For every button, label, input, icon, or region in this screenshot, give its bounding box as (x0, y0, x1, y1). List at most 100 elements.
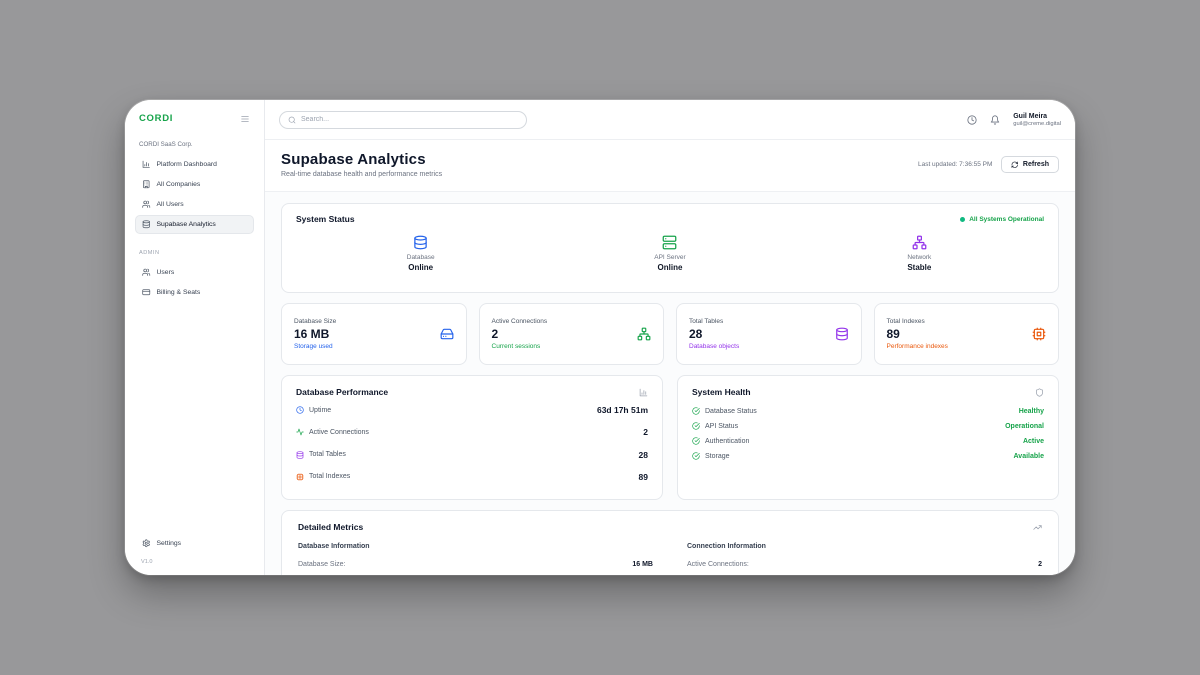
sidebar-item-users[interactable]: Users (135, 263, 254, 282)
panels-row: Database Performance Uptime 63d 17h 51m (281, 375, 1059, 500)
detail-row-database-size: Database Size: 16 MB (298, 558, 653, 571)
system-status-panel: System Status All Systems Operational Da… (281, 203, 1059, 293)
performance-row-total-tables: Total Tables 28 (296, 450, 648, 460)
row-label: Authentication (705, 438, 749, 445)
status-badge-label: All Systems Operational (969, 216, 1044, 223)
search-input[interactable] (301, 116, 518, 123)
detail-row-active-connections: Active Connections: 2 (687, 558, 1042, 571)
page-title: Supabase Analytics (281, 151, 442, 168)
sidebar-item-supabase-analytics[interactable]: Supabase Analytics (135, 215, 254, 234)
database-icon (413, 235, 428, 250)
database-information-column: Database Information Database Size: 16 M… (298, 543, 653, 571)
search-icon (288, 116, 296, 124)
row-label: Total Tables (309, 451, 346, 458)
page-header-right: Last updated: 7:36:55 PM Refresh (918, 156, 1059, 174)
status-item-api-server: API Server Online (545, 235, 794, 272)
network-icon (912, 235, 927, 250)
status-badge: All Systems Operational (960, 216, 1044, 223)
bar-chart-icon (142, 160, 151, 169)
database-icon (835, 327, 849, 341)
sidebar: CORDI CORDI SaaS Corp. Platform Dashboar… (125, 100, 265, 575)
sidebar-item-settings[interactable]: Settings (135, 534, 254, 553)
app-logo: CORDI (139, 113, 173, 124)
performance-row-uptime: Uptime 63d 17h 51m (296, 405, 648, 415)
user-name: Guil Meira (1013, 113, 1061, 120)
health-row-storage: Storage Available (692, 452, 1044, 460)
users-icon (142, 268, 151, 277)
row-label: Database Status (705, 408, 757, 415)
check-circle-icon (692, 437, 700, 445)
card-sub: Database objects (689, 343, 739, 350)
row-label: Total Indexes (309, 473, 350, 480)
hamburger-menu-icon[interactable] (240, 114, 250, 124)
user-email: guil@creme.digital (1013, 121, 1061, 127)
metric-card-total-indexes: Total Indexes 89 Performance indexes (874, 303, 1060, 365)
network-icon (637, 327, 651, 341)
status-item-label: Network (907, 254, 931, 261)
topbar: Guil Meira guil@creme.digital (265, 100, 1075, 140)
metric-card-total-tables: Total Tables 28 Database objects (676, 303, 862, 365)
status-item-value: Stable (907, 263, 931, 272)
page-header: Supabase Analytics Real-time database he… (265, 140, 1075, 192)
sidebar-item-label: Settings (157, 540, 182, 547)
sidebar-item-label: Billing & Seats (157, 289, 201, 296)
health-title: System Health (692, 387, 751, 397)
card-value: 89 (887, 327, 948, 341)
clock-icon (296, 406, 304, 414)
card-label: Total Tables (689, 318, 739, 325)
metric-card-database-size: Database Size 16 MB Storage used (281, 303, 467, 365)
system-status-title: System Status (296, 214, 355, 224)
sidebar-item-all-companies[interactable]: All Companies (135, 175, 254, 194)
connection-information-column: Connection Information Active Connection… (687, 543, 1042, 571)
card-sub: Current sessions (492, 343, 548, 350)
health-row-api-status: API Status Operational (692, 422, 1044, 430)
database-icon (142, 220, 151, 229)
row-value: 28 (639, 450, 648, 460)
check-circle-icon (692, 422, 700, 430)
row-value: Active (1023, 438, 1044, 445)
performance-row-total-indexes: Total Indexes 89 (296, 472, 648, 482)
sidebar-admin-label: ADMIN (139, 250, 250, 256)
sidebar-section-label: CORDI SaaS Corp. (139, 141, 250, 148)
hard-drive-icon (440, 327, 454, 341)
sidebar-item-label: All Users (157, 201, 184, 208)
sidebar-item-all-users[interactable]: All Users (135, 195, 254, 214)
shield-icon (1035, 388, 1044, 397)
cpu-icon (1032, 327, 1046, 341)
health-row-authentication: Authentication Active (692, 437, 1044, 445)
row-value: 63d 17h 51m (597, 405, 648, 415)
detail-label: Database Size: (298, 561, 345, 568)
sidebar-item-label: Users (157, 269, 175, 276)
sidebar-item-billing-seats[interactable]: Billing & Seats (135, 283, 254, 302)
card-sub: Storage used (294, 343, 336, 350)
row-label: Storage (705, 453, 730, 460)
detailed-metrics-title: Detailed Metrics (298, 522, 363, 532)
row-label: API Status (705, 423, 738, 430)
sidebar-item-platform-dashboard[interactable]: Platform Dashboard (135, 155, 254, 174)
detailed-metrics-panel: Detailed Metrics Database Information Da… (281, 510, 1059, 575)
system-health-panel: System Health Database Status Healthy (677, 375, 1059, 500)
clock-icon[interactable] (967, 115, 977, 125)
detail-value: 16 MB (632, 561, 653, 568)
database-performance-panel: Database Performance Uptime 63d 17h 51m (281, 375, 663, 500)
gear-icon (142, 539, 151, 548)
page-content: System Status All Systems Operational Da… (265, 192, 1075, 575)
building-icon (142, 180, 151, 189)
performance-title: Database Performance (296, 387, 388, 397)
refresh-button[interactable]: Refresh (1001, 156, 1059, 174)
credit-card-icon (142, 288, 151, 297)
card-label: Total Indexes (887, 318, 948, 325)
sidebar-item-label: All Companies (157, 181, 201, 188)
search-box (279, 111, 527, 129)
card-value: 16 MB (294, 327, 336, 341)
main-area: Guil Meira guil@creme.digital Supabase A… (265, 100, 1075, 575)
performance-row-active-connections: Active Connections 2 (296, 427, 648, 437)
bell-icon[interactable] (990, 115, 1000, 125)
detail-label: Active Connections: (687, 561, 749, 568)
sidebar-item-label: Platform Dashboard (157, 161, 217, 168)
cpu-icon (296, 473, 304, 481)
page-header-left: Supabase Analytics Real-time database he… (281, 151, 442, 178)
detail-value: 2 (1038, 561, 1042, 568)
user-menu[interactable]: Guil Meira guil@creme.digital (1013, 113, 1061, 127)
card-sub: Performance indexes (887, 343, 948, 350)
